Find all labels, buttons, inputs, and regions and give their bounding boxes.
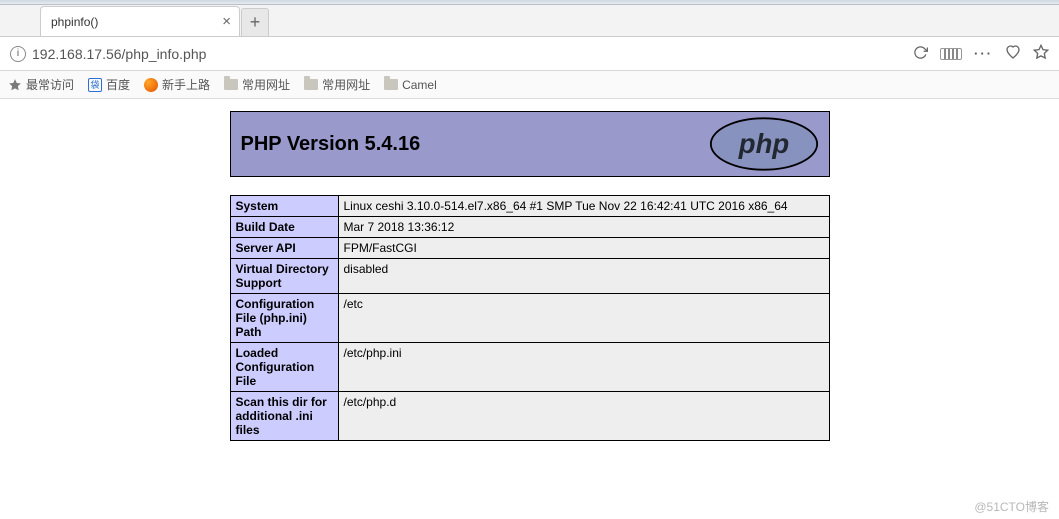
- row-key: Scan this dir for additional .ini files: [230, 392, 338, 441]
- bookmark-label: 最常访问: [26, 76, 74, 93]
- bookmark-common-1[interactable]: 常用网址: [224, 76, 290, 93]
- phpinfo-header: PHP Version 5.4.16 php: [230, 111, 830, 177]
- folder-icon: [384, 79, 398, 90]
- table-row: Loaded Configuration File/etc/php.ini: [230, 343, 829, 392]
- site-info-icon[interactable]: i: [10, 46, 26, 62]
- bookmark-label: 常用网址: [322, 76, 370, 93]
- bookmark-label: Camel: [402, 78, 437, 92]
- address-bar-row: i 192.168.17.56/php_info.php ···: [0, 37, 1059, 71]
- watermark: @51CTO博客: [974, 498, 1049, 515]
- bookmark-most-visited[interactable]: 最常访问: [8, 76, 74, 93]
- phpinfo-container: PHP Version 5.4.16 php SystemLinux ceshi…: [230, 111, 830, 441]
- table-row: Virtual Directory Supportdisabled: [230, 259, 829, 294]
- table-row: Scan this dir for additional .ini files/…: [230, 392, 829, 441]
- row-key: System: [230, 196, 338, 217]
- row-key: Server API: [230, 238, 338, 259]
- menu-icon[interactable]: ···: [974, 46, 993, 61]
- pocket-icon[interactable]: [1005, 44, 1021, 63]
- row-value: /etc/php.d: [338, 392, 829, 441]
- new-tab-button[interactable]: +: [241, 8, 269, 36]
- bookmark-label: 常用网址: [242, 76, 290, 93]
- bookmark-baidu[interactable]: 袋 百度: [88, 76, 130, 93]
- row-value: Linux ceshi 3.10.0-514.el7.x86_64 #1 SMP…: [338, 196, 829, 217]
- folder-icon: [224, 79, 238, 90]
- tab-strip: phpinfo() × +: [0, 5, 1059, 37]
- bookmarks-bar: 最常访问 袋 百度 新手上路 常用网址 常用网址 Camel: [0, 71, 1059, 99]
- baidu-icon: 袋: [88, 78, 102, 92]
- phpinfo-table: SystemLinux ceshi 3.10.0-514.el7.x86_64 …: [230, 195, 830, 441]
- close-icon[interactable]: ×: [222, 13, 231, 30]
- php-logo-icon: php: [709, 116, 819, 172]
- bookmark-common-2[interactable]: 常用网址: [304, 76, 370, 93]
- table-row: Server APIFPM/FastCGI: [230, 238, 829, 259]
- bookmark-label: 百度: [106, 76, 130, 93]
- row-key: Configuration File (php.ini) Path: [230, 294, 338, 343]
- firefox-icon: [144, 78, 158, 92]
- page-content: PHP Version 5.4.16 php SystemLinux ceshi…: [0, 99, 1059, 441]
- url-text: 192.168.17.56/php_info.php: [32, 46, 206, 62]
- bookmark-label: 新手上路: [162, 76, 210, 93]
- row-value: Mar 7 2018 13:36:12: [338, 217, 829, 238]
- folder-icon: [304, 79, 318, 90]
- tab-active[interactable]: phpinfo() ×: [40, 6, 240, 36]
- table-row: Configuration File (php.ini) Path/etc: [230, 294, 829, 343]
- bookmark-newbie[interactable]: 新手上路: [144, 76, 210, 93]
- tab-title: phpinfo(): [51, 15, 98, 29]
- row-key: Virtual Directory Support: [230, 259, 338, 294]
- page-title: PHP Version 5.4.16: [241, 133, 421, 156]
- url-display[interactable]: 192.168.17.56/php_info.php: [32, 46, 913, 62]
- row-value: /etc: [338, 294, 829, 343]
- star-icon[interactable]: [1033, 44, 1049, 63]
- address-bar-actions: ···: [913, 44, 1049, 63]
- reload-icon[interactable]: [913, 45, 928, 63]
- reader-mode-icon[interactable]: [940, 48, 962, 60]
- bookmark-camel[interactable]: Camel: [384, 78, 437, 92]
- row-key: Loaded Configuration File: [230, 343, 338, 392]
- row-key: Build Date: [230, 217, 338, 238]
- svg-text:php: php: [737, 128, 788, 159]
- row-value: FPM/FastCGI: [338, 238, 829, 259]
- star-list-icon: [8, 78, 22, 92]
- table-row: Build DateMar 7 2018 13:36:12: [230, 217, 829, 238]
- table-row: SystemLinux ceshi 3.10.0-514.el7.x86_64 …: [230, 196, 829, 217]
- row-value: disabled: [338, 259, 829, 294]
- row-value: /etc/php.ini: [338, 343, 829, 392]
